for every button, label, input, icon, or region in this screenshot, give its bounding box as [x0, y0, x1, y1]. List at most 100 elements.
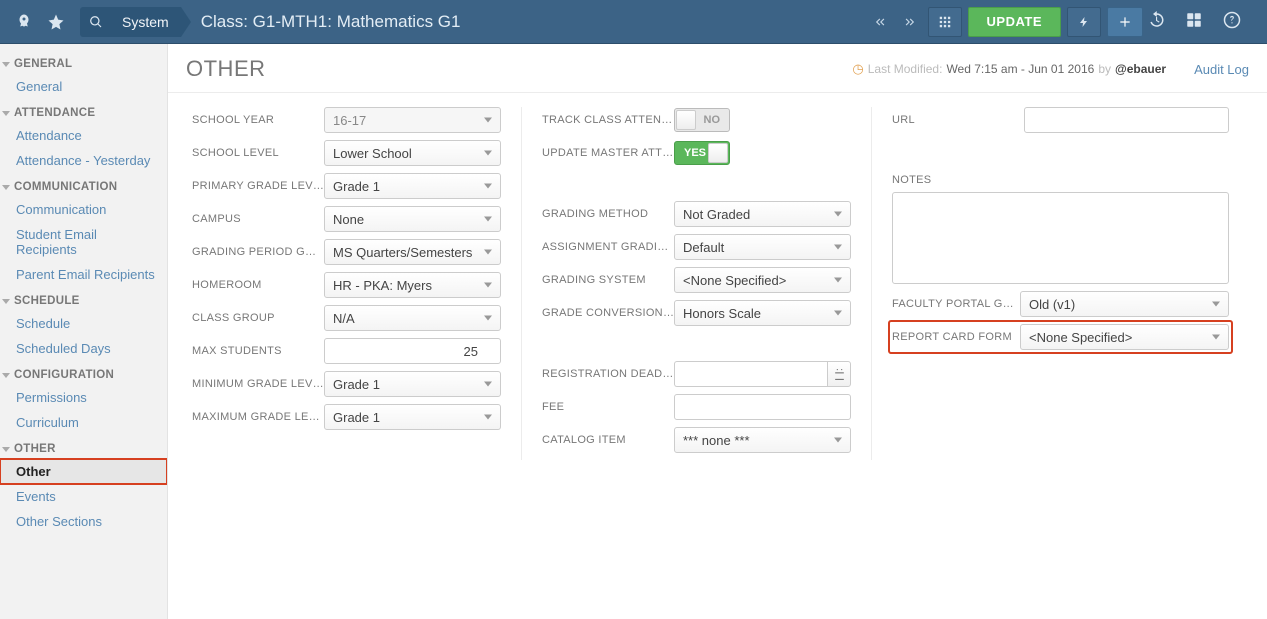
nav-next-icon[interactable] [896, 7, 924, 37]
label-max-grade: MAXIMUM GRADE LEVEL [192, 411, 324, 423]
label-notes: NOTES [892, 174, 931, 186]
page-header: OTHER ◷ Last Modified: Wed 7:15 am - Jun… [168, 44, 1267, 93]
label-update-master: UPDATE MASTER ATTEND… [542, 147, 674, 159]
label-reg-deadline: REGISTRATION DEADLINE [542, 368, 674, 380]
select-faculty-portal[interactable]: Old (v1) [1020, 291, 1229, 317]
topbar: System Class: G1-MTH1: Mathematics G1 UP… [0, 0, 1267, 44]
topbar-right: UPDATE [866, 7, 1259, 37]
select-report-card[interactable]: <None Specified> [1020, 324, 1229, 350]
select-grading-method[interactable]: Not Graded [674, 201, 851, 227]
page-meta: ◷ Last Modified: Wed 7:15 am - Jun 01 20… [852, 61, 1249, 77]
label-min-grade: MINIMUM GRADE LEVEL [192, 378, 324, 390]
update-label: UPDATE [987, 14, 1042, 29]
sidebar-item-curriculum[interactable]: Curriculum [0, 410, 167, 435]
breadcrumb-system-label: System [122, 14, 169, 30]
textarea-notes[interactable] [892, 192, 1229, 284]
breadcrumb-page: Class: G1-MTH1: Mathematics G1 [201, 12, 461, 32]
label-fee: FEE [542, 401, 674, 413]
sidebar-item-other-sections[interactable]: Other Sections [0, 509, 167, 534]
sidebar-head-configuration[interactable]: CONFIGURATION [0, 363, 167, 385]
breadcrumb-system[interactable]: System [112, 7, 181, 37]
input-fee[interactable] [674, 394, 851, 420]
label-catalog-item: CATALOG ITEM [542, 434, 674, 446]
label-grading-period-group: GRADING PERIOD GROUP [192, 246, 324, 258]
label-conversion-scale: GRADE CONVERSION SCALE [542, 307, 674, 319]
add-button[interactable] [1107, 7, 1143, 37]
label-max-students: MAX STUDENTS [192, 345, 324, 357]
form-column-2: TRACK CLASS ATTENDANCENO UPDATE MASTER A… [521, 107, 871, 460]
highlight-report-card-form: REPORT CARD FORM<None Specified> [890, 322, 1231, 352]
select-class-group[interactable]: N/A [324, 305, 501, 331]
select-grading-period-group[interactable]: MS Quarters/Semesters [324, 239, 501, 265]
modified-by-user: @ebauer [1115, 62, 1166, 76]
sidebar-item-student-email[interactable]: Student Email Recipients [0, 222, 167, 262]
label-school-level: SCHOOL LEVEL [192, 147, 324, 159]
form-column-3: URL NOTES FACULTY PORTAL GRADE…Old (v1) … [871, 107, 1249, 460]
form-body: SCHOOL YEAR16-17 SCHOOL LEVELLower Schoo… [168, 93, 1267, 474]
label-grading-method: GRADING METHOD [542, 208, 674, 220]
sidebar-item-parent-email[interactable]: Parent Email Recipients [0, 262, 167, 287]
input-reg-deadline[interactable] [674, 361, 827, 387]
topbar-left: System Class: G1-MTH1: Mathematics G1 [8, 6, 460, 38]
audit-log-link[interactable]: Audit Log [1194, 62, 1249, 77]
sidebar-item-scheduled-days[interactable]: Scheduled Days [0, 336, 167, 361]
update-button[interactable]: UPDATE [968, 7, 1061, 37]
label-faculty-portal: FACULTY PORTAL GRADE… [892, 298, 1020, 310]
nav-prev-icon[interactable] [866, 7, 894, 37]
rocket-icon[interactable] [8, 6, 40, 38]
input-url[interactable] [1024, 107, 1229, 133]
label-track-attendance: TRACK CLASS ATTENDANCE [542, 114, 674, 126]
help-icon[interactable] [1223, 11, 1259, 32]
select-primary-grade[interactable]: Grade 1 [324, 173, 501, 199]
input-max-students[interactable]: 25 [324, 338, 501, 364]
label-assignment-grading: ASSIGNMENT GRADING M… [542, 241, 674, 253]
calendar-icon[interactable] [827, 361, 851, 387]
sidebar-item-schedule[interactable]: Schedule [0, 311, 167, 336]
sidebar-item-other[interactable]: Other [0, 459, 167, 484]
select-homeroom[interactable]: HR - PKA: Myers [324, 272, 501, 298]
toggle-update-master[interactable]: YES [674, 141, 730, 165]
sidebar-head-communication[interactable]: COMMUNICATION [0, 175, 167, 197]
select-min-grade[interactable]: Grade 1 [324, 371, 501, 397]
sidebar-item-events[interactable]: Events [0, 484, 167, 509]
sidebar-item-attendance-yesterday[interactable]: Attendance - Yesterday [0, 148, 167, 173]
select-catalog-item[interactable]: *** none *** [674, 427, 851, 453]
page-title: OTHER [186, 56, 266, 82]
label-primary-grade: PRIMARY GRADE LEVEL [192, 180, 324, 192]
lightning-button[interactable] [1067, 7, 1101, 37]
label-grading-system: GRADING SYSTEM [542, 274, 674, 286]
sidebar-head-schedule[interactable]: SCHEDULE [0, 289, 167, 311]
select-grading-system[interactable]: <None Specified> [674, 267, 851, 293]
label-school-year: SCHOOL YEAR [192, 114, 324, 126]
search-button[interactable] [80, 7, 112, 37]
history-icon[interactable] [1147, 11, 1183, 32]
select-school-level[interactable]: Lower School [324, 140, 501, 166]
last-modified-timestamp: Wed 7:15 am - Jun 01 2016 [946, 62, 1094, 76]
label-homeroom: HOMEROOM [192, 279, 324, 291]
clock-icon: ◷ [852, 61, 863, 77]
sidebar-item-general[interactable]: General [0, 74, 167, 99]
grid-button[interactable] [928, 7, 962, 37]
label-url: URL [892, 114, 1024, 126]
sidebar-head-general[interactable]: GENERAL [0, 52, 167, 74]
select-school-year[interactable]: 16-17 [324, 107, 501, 133]
select-assignment-grading[interactable]: Default [674, 234, 851, 260]
select-max-grade[interactable]: Grade 1 [324, 404, 501, 430]
sidebar-head-attendance[interactable]: ATTENDANCE [0, 101, 167, 123]
sidebar: GENERAL General ATTENDANCE Attendance At… [0, 44, 168, 619]
apps-icon[interactable] [1185, 11, 1221, 32]
toggle-track-attendance[interactable]: NO [674, 108, 730, 132]
sidebar-item-attendance[interactable]: Attendance [0, 123, 167, 148]
last-modified-label: Last Modified: [868, 62, 943, 76]
select-conversion-scale[interactable]: Honors Scale [674, 300, 851, 326]
sidebar-head-other[interactable]: OTHER [0, 437, 167, 459]
label-class-group: CLASS GROUP [192, 312, 324, 324]
sidebar-item-permissions[interactable]: Permissions [0, 385, 167, 410]
select-campus[interactable]: None [324, 206, 501, 232]
label-report-card: REPORT CARD FORM [892, 331, 1020, 343]
form-column-1: SCHOOL YEAR16-17 SCHOOL LEVELLower Schoo… [186, 107, 521, 460]
main: OTHER ◷ Last Modified: Wed 7:15 am - Jun… [168, 44, 1267, 619]
star-icon[interactable] [40, 6, 72, 38]
sidebar-item-communication[interactable]: Communication [0, 197, 167, 222]
label-campus: CAMPUS [192, 213, 324, 225]
